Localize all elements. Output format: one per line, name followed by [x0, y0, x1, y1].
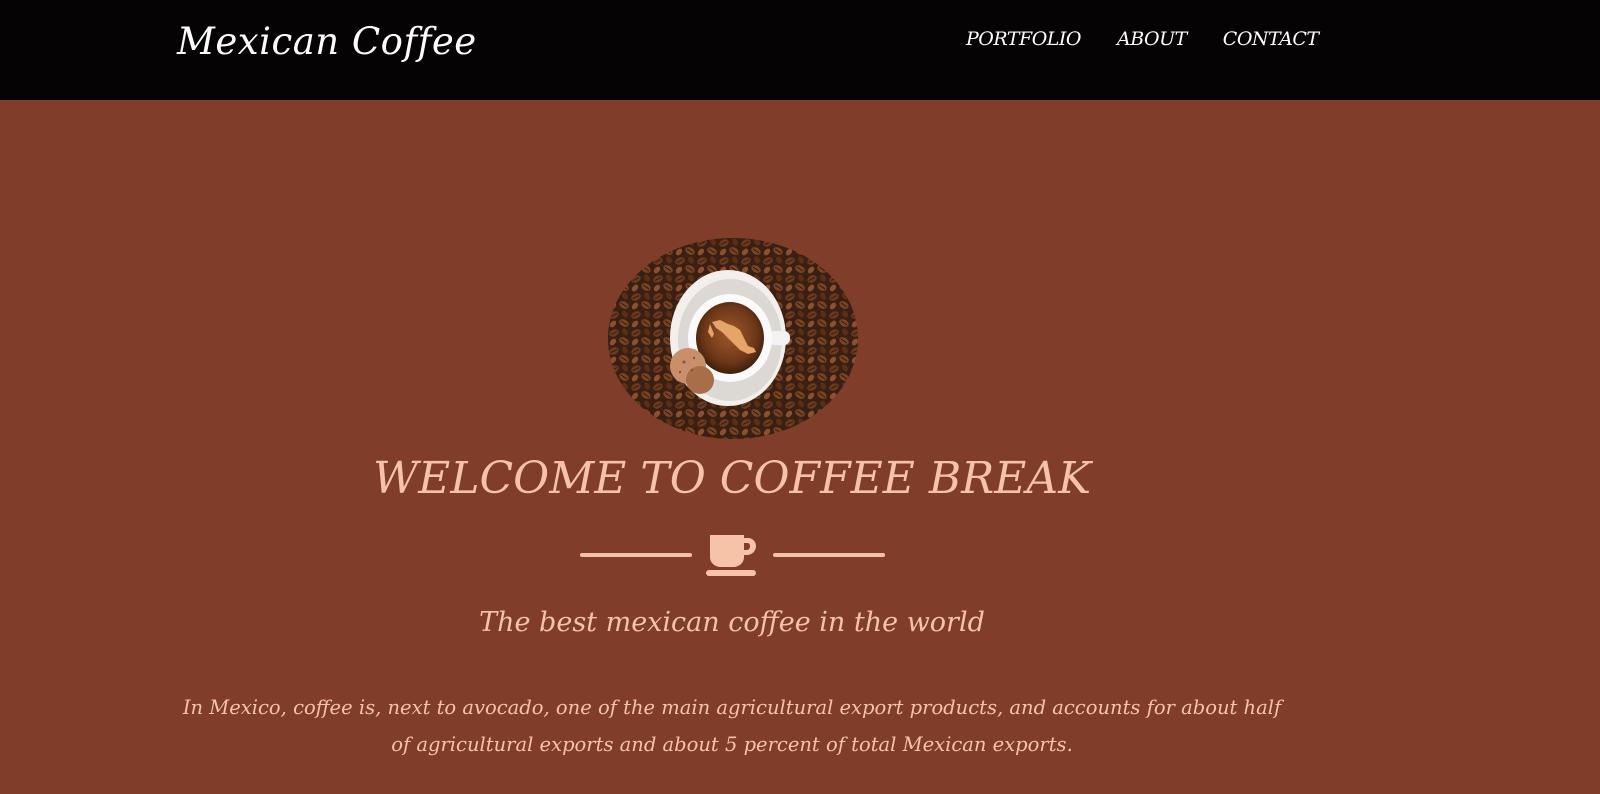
- coffee-cup-icon: [706, 535, 756, 576]
- top-navbar: Mexican Coffee PORTFOLIO ABOUT CONTACT: [0, 0, 1600, 100]
- nav-link-contact[interactable]: CONTACT: [1223, 24, 1319, 54]
- divider-line-left: [580, 553, 692, 557]
- title-divider: [580, 535, 886, 577]
- hero-description: In Mexico, coffee is, next to avocado, o…: [182, 696, 1282, 756]
- nav-links: PORTFOLIO ABOUT CONTACT: [966, 24, 1355, 54]
- divider-line-right: [773, 553, 885, 557]
- nav-link-portfolio[interactable]: PORTFOLIO: [966, 24, 1081, 54]
- hero-title: WELCOME TO COFFEE BREAK: [372, 453, 1092, 504]
- nav-link-about[interactable]: ABOUT: [1117, 24, 1187, 54]
- brand-logo-link[interactable]: Mexican Coffee: [177, 14, 477, 70]
- hero-coffee-image: [608, 238, 858, 439]
- hero-subtitle: The best mexican coffee in the world: [479, 607, 985, 638]
